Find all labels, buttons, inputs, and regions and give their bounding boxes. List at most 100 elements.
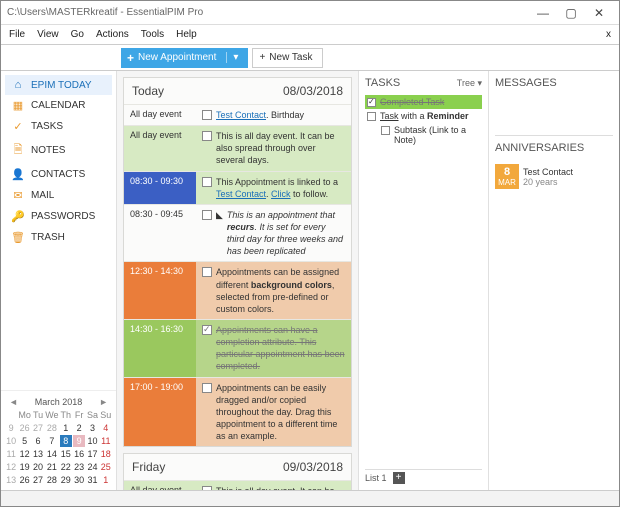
- sidebar-item-epim-today[interactable]: ⌂EPIM TODAY: [5, 75, 112, 95]
- appointment-row[interactable]: 08:30 - 09:45 ◣This is an appointment th…: [124, 204, 351, 262]
- appt-checkbox[interactable]: [202, 325, 212, 335]
- appointment-row[interactable]: 17:00 - 19:00 Appointments can be easily…: [124, 377, 351, 447]
- notes-icon: 🗎: [11, 141, 25, 160]
- titlebar: C:\Users\MASTERkreatif - EssentialPIM Pr…: [1, 1, 619, 25]
- tasks-footer: List 1 +: [365, 469, 482, 486]
- appointment-row[interactable]: All day event This is all day event. It …: [124, 480, 351, 490]
- close-button[interactable]: ✕: [585, 6, 613, 20]
- sidebar-item-tasks[interactable]: ✓ TASKS: [5, 116, 112, 137]
- window-path: C:\Users\MASTERkreatif - EssentialPIM Pr…: [7, 7, 203, 18]
- task-text: Subtask (Link to a Note): [394, 125, 480, 145]
- sidebar-item-trash[interactable]: 🗑TRASH: [5, 227, 112, 248]
- tasks-pane: TASKS Tree ▾ Completed Task Task with a R…: [359, 71, 489, 490]
- appt-time: 12:30 - 14:30: [124, 262, 196, 319]
- appointment-row[interactable]: 08:30 - 09:30 This Appointment is linked…: [124, 171, 351, 204]
- menu-help[interactable]: Help: [176, 29, 197, 40]
- menu-file[interactable]: File: [9, 29, 25, 40]
- sidebar-item-label: EPIM TODAY: [31, 80, 92, 91]
- menu-go[interactable]: Go: [71, 29, 84, 40]
- menu-actions[interactable]: Actions: [96, 29, 129, 40]
- anniv-name: Test Contact: [523, 167, 573, 177]
- tasks-tree-toggle[interactable]: Tree ▾: [457, 78, 482, 89]
- appt-checkbox[interactable]: [202, 177, 212, 187]
- sidebar-item-notes[interactable]: 🗎 NOTES: [5, 137, 112, 164]
- chevron-down-icon[interactable]: ▾: [226, 52, 238, 63]
- minimize-button[interactable]: —: [529, 6, 557, 20]
- appt-time: All day event: [124, 481, 196, 490]
- new-appointment-button[interactable]: + New Appointment ▾: [121, 48, 248, 68]
- sidebar-item-calendar[interactable]: ▦ CALENDAR: [5, 95, 112, 116]
- right-pane: MESSAGES ANNIVERSARIES 8 MAR Test Contac…: [489, 71, 619, 490]
- messages-title: MESSAGES: [495, 77, 557, 89]
- appointment-row[interactable]: 12:30 - 14:30 Appointments can be assign…: [124, 261, 351, 319]
- appt-text: Appointments can be assigned different b…: [216, 266, 345, 315]
- tasks-title: TASKS: [365, 77, 400, 89]
- mail-icon: ✉: [11, 189, 25, 202]
- cal-prev-icon[interactable]: ◄: [9, 397, 18, 407]
- maximize-button[interactable]: ▢: [557, 6, 585, 20]
- task-text: Task with a Reminder: [380, 111, 469, 121]
- plus-icon: +: [127, 51, 134, 65]
- friday-card: Friday 09/03/2018 All day event This is …: [123, 453, 352, 490]
- appt-checkbox[interactable]: [202, 267, 212, 277]
- appt-time: All day event: [124, 126, 196, 170]
- appt-checkbox[interactable]: [202, 131, 212, 141]
- plus-icon: +: [259, 52, 265, 63]
- appt-checkbox[interactable]: [202, 383, 212, 393]
- appt-time: 17:00 - 19:00: [124, 378, 196, 447]
- today-date: 08/03/2018: [283, 84, 343, 98]
- appt-checkbox[interactable]: [202, 210, 212, 220]
- calendar-icon: ▦: [11, 99, 25, 112]
- menu-extra[interactable]: x: [606, 29, 611, 40]
- appt-checkbox[interactable]: [202, 110, 212, 120]
- task-checkbox[interactable]: [381, 126, 390, 135]
- anniv-date-badge: 8 MAR: [495, 164, 519, 189]
- appt-time: 14:30 - 16:30: [124, 320, 196, 377]
- friday-heading: Friday: [132, 460, 165, 474]
- appt-time: 08:30 - 09:45: [124, 205, 196, 262]
- menu-tools[interactable]: Tools: [141, 29, 164, 40]
- appointment-row[interactable]: 14:30 - 16:30 Appointments can have a co…: [124, 319, 351, 377]
- appt-text: Appointments can have a completion attri…: [216, 324, 345, 373]
- appt-text: Test Contact. Birthday: [216, 109, 345, 121]
- tasks-icon: ✓: [11, 120, 25, 133]
- sidebar: ⌂EPIM TODAY ▦ CALENDAR ✓ TASKS 🗎 NOTES 👤 CONTACT…: [1, 71, 117, 490]
- contacts-icon: 👤: [11, 168, 25, 181]
- task-item[interactable]: Subtask (Link to a Note): [379, 123, 482, 147]
- task-item[interactable]: Task with a Reminder: [365, 109, 482, 123]
- anniv-sub: 20 years: [523, 177, 573, 187]
- appt-checkbox[interactable]: [202, 486, 212, 490]
- appt-text: This Appointment is linked to a Test Con…: [216, 176, 345, 200]
- today-heading: Today: [132, 84, 164, 98]
- task-checkbox[interactable]: [367, 112, 376, 121]
- sidebar-item-contacts[interactable]: 👤 CONTACTS: [5, 164, 112, 185]
- sidebar-item-label: NOTES: [31, 145, 65, 156]
- appointment-row[interactable]: All day event Test Contact. Birthday: [124, 104, 351, 125]
- sidebar-item-label: CALENDAR: [31, 100, 85, 111]
- new-task-label: New Task: [269, 52, 312, 63]
- new-task-button[interactable]: + New Task: [252, 48, 323, 68]
- sidebar-item-label: TASKS: [31, 121, 63, 132]
- sidebar-item-label: CONTACTS: [31, 169, 85, 180]
- toolbar: + New Appointment ▾ + New Task: [1, 45, 619, 71]
- sidebar-item-label: TRASH: [31, 232, 65, 243]
- friday-date: 09/03/2018: [283, 460, 343, 474]
- status-bar: [1, 490, 619, 506]
- add-list-button[interactable]: +: [393, 472, 405, 484]
- appt-time: 08:30 - 09:30: [124, 172, 196, 204]
- mini-calendar[interactable]: ◄ March 2018 ► MoTuWeThFrSaSu92627281234…: [1, 390, 116, 490]
- appointment-row[interactable]: All day event This is all day event. It …: [124, 125, 351, 170]
- sidebar-item-passwords[interactable]: 🔑PASSWORDS: [5, 206, 112, 227]
- task-text: Completed Task: [380, 97, 444, 107]
- sidebar-item-mail[interactable]: ✉MAIL: [5, 185, 112, 206]
- tasks-list-label[interactable]: List 1: [365, 473, 387, 483]
- task-checkbox[interactable]: [367, 98, 376, 107]
- anniversary-item[interactable]: 8 MAR Test Contact 20 years: [495, 164, 613, 189]
- sidebar-item-label: PASSWORDS: [31, 211, 95, 222]
- appt-text: This is all day event. It can be also sp…: [216, 130, 345, 166]
- appt-time: All day event: [124, 105, 196, 125]
- task-item[interactable]: Completed Task: [365, 95, 482, 109]
- cal-next-icon[interactable]: ►: [99, 397, 108, 407]
- menu-view[interactable]: View: [37, 29, 59, 40]
- menubar: File View Go Actions Tools Help x: [1, 25, 619, 45]
